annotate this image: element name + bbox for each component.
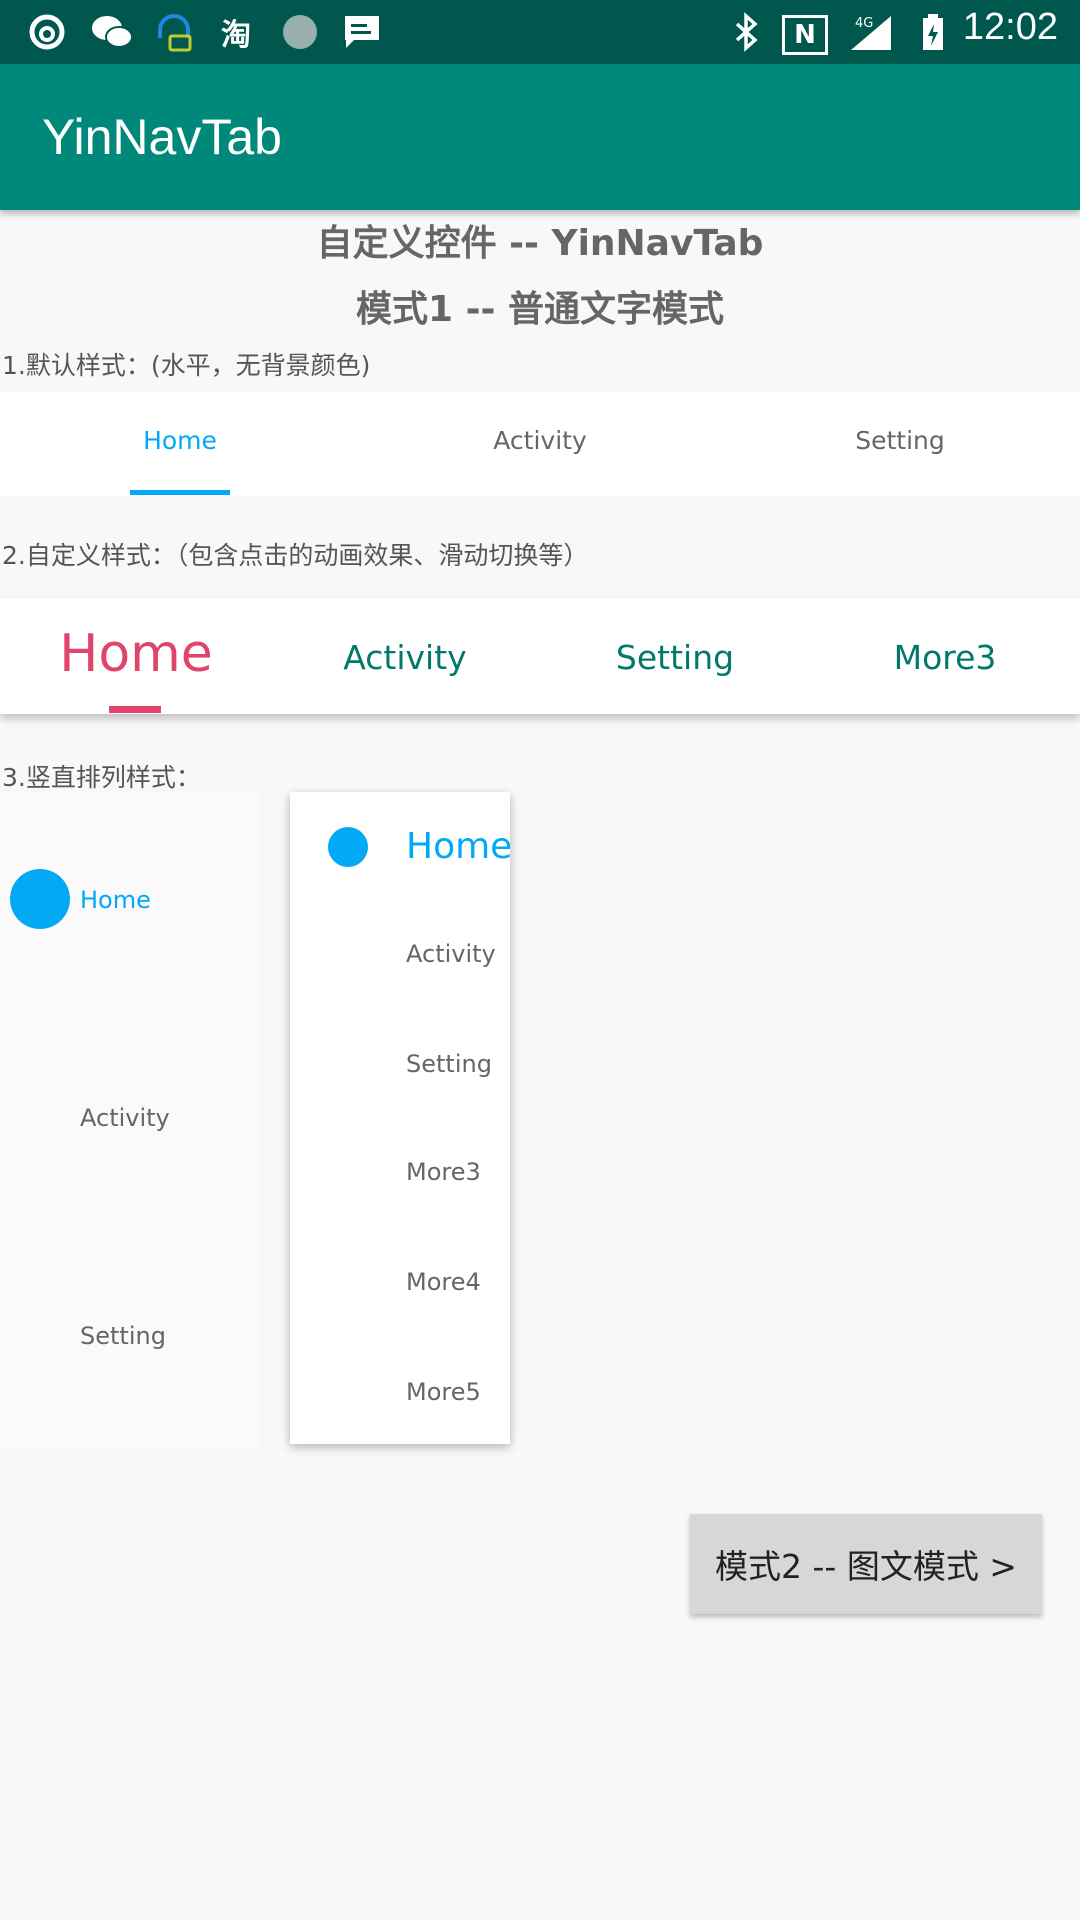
tab-home[interactable]: Home [80, 426, 280, 455]
selected-dot-icon [328, 827, 368, 867]
wechat-icon [86, 12, 138, 52]
mode2-button[interactable]: 模式2 -- 图文模式 > [690, 1514, 1042, 1614]
headset-icon [152, 12, 196, 52]
netease-music-icon [24, 12, 70, 52]
tab-home[interactable]: Home [80, 886, 151, 914]
tab-more3[interactable]: More3 [830, 638, 1060, 677]
default-tab-bar: Home Activity Setting [0, 392, 1080, 496]
section2-label: 2.自定义样式：（包含点击的动画效果、滑动切换等） [2, 541, 589, 570]
app-bar: YinNavTab [0, 64, 1080, 210]
tab-indicator [130, 490, 230, 495]
tab-home[interactable]: Home [16, 624, 256, 684]
tab-activity[interactable]: Activity [80, 1104, 170, 1132]
app-title: YinNavTab [42, 109, 282, 165]
vertical-tab-bar-b: Home Activity Setting More3 More4 More5 [290, 792, 510, 1444]
section3-label: 3.竖直排列样式： [2, 763, 201, 792]
tab-more5[interactable]: More5 [406, 1378, 481, 1406]
tab-setting[interactable]: Setting [800, 426, 1000, 455]
taobao-icon: 淘 [221, 18, 251, 53]
tab-setting[interactable]: Setting [406, 1050, 492, 1078]
nfc-icon: N [782, 15, 828, 55]
svg-text:4G: 4G [855, 16, 873, 31]
tab-indicator [109, 706, 161, 713]
tab-activity[interactable]: Activity [406, 940, 496, 968]
tab-more3[interactable]: More3 [406, 1158, 481, 1186]
message-icon [340, 12, 384, 52]
battery-icon [918, 12, 948, 52]
signal-4g-icon: 4G [838, 12, 896, 52]
tab-setting[interactable]: Setting [560, 638, 790, 677]
tab-more4[interactable]: More4 [406, 1268, 481, 1296]
tab-home[interactable]: Home [406, 826, 510, 867]
tab-activity[interactable]: Activity [290, 638, 520, 677]
mode-subtitle: 模式1 -- 普通文字模式 [356, 289, 724, 330]
selected-dot-icon [10, 869, 70, 929]
page-title: 自定义控件 -- YinNavTab [316, 223, 764, 264]
status-bar: 淘 N 4G 12:02 [0, 0, 1080, 64]
vertical-tab-bar-a: Home Activity Setting [0, 792, 260, 1452]
custom-tab-bar: Home Activity Setting More3 [0, 598, 1080, 714]
tab-setting[interactable]: Setting [80, 1322, 166, 1350]
status-clock: 12:02 [962, 6, 1058, 48]
bluetooth-icon [730, 12, 764, 52]
section1-label: 1.默认样式：(水平，无背景颜色) [2, 351, 371, 380]
circle-app-icon [278, 12, 322, 52]
tab-activity[interactable]: Activity [440, 426, 640, 455]
